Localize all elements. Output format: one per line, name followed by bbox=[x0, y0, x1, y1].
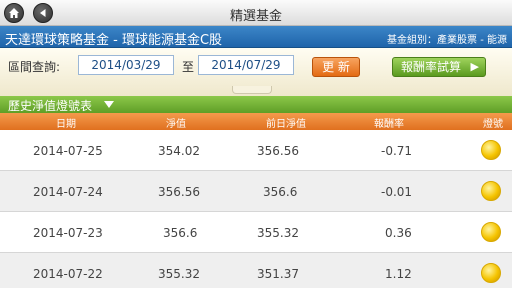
column-header-return: 報酬率 bbox=[374, 119, 404, 130]
dropdown-triangle-icon bbox=[104, 101, 114, 108]
table-row[interactable]: 2014-07-24 356.56 356.6 -0.01 bbox=[0, 171, 512, 212]
row-return: 0.36 bbox=[385, 226, 412, 240]
table-row[interactable]: 2014-07-23 356.6 355.32 0.36 bbox=[0, 212, 512, 253]
section-title: 歷史淨值燈號表 bbox=[8, 99, 93, 113]
return-calculator-button[interactable]: 報酬率試算 ▶ bbox=[392, 57, 486, 77]
row-prev-nav: 351.37 bbox=[257, 267, 299, 281]
end-date-input[interactable]: 2014/07/29 bbox=[198, 55, 294, 75]
start-date-input[interactable]: 2014/03/29 bbox=[78, 55, 174, 75]
row-prev-nav: 356.56 bbox=[257, 144, 299, 158]
row-date: 2014-07-25 bbox=[33, 144, 103, 158]
update-button[interactable]: 更 新 bbox=[312, 57, 360, 77]
row-prev-nav: 356.6 bbox=[263, 185, 298, 199]
top-bar: 精選基金 bbox=[0, 0, 512, 26]
range-label: 區間查詢: bbox=[8, 60, 61, 74]
page-title: 精選基金 bbox=[229, 9, 282, 24]
row-prev-nav: 355.32 bbox=[257, 226, 299, 240]
row-nav: 354.02 bbox=[158, 144, 200, 158]
column-header-signal: 燈號 bbox=[483, 119, 503, 130]
row-nav: 356.56 bbox=[158, 185, 200, 199]
fund-bar: 天達環球策略基金 - 環球能源基金C股 基金組別：產業股票 - 能源 bbox=[0, 26, 512, 48]
nav-history-table: 2014-07-25 354.02 356.56 -0.71 2014-07-2… bbox=[0, 130, 512, 288]
return-calculator-label: 報酬率試算 bbox=[401, 60, 462, 74]
column-header-date: 日期 bbox=[56, 119, 76, 130]
signal-light-icon bbox=[481, 263, 501, 283]
signal-light-icon bbox=[481, 140, 501, 160]
row-date: 2014-07-22 bbox=[33, 267, 103, 281]
row-nav: 355.32 bbox=[158, 267, 200, 281]
fund-name: 天達環球策略基金 - 環球能源基金C股 bbox=[5, 33, 223, 48]
collapse-handle[interactable] bbox=[232, 86, 272, 94]
section-header[interactable]: 歷史淨值燈號表 bbox=[0, 96, 512, 113]
column-header-nav: 淨值 bbox=[166, 119, 186, 130]
row-date: 2014-07-24 bbox=[33, 185, 103, 199]
signal-light-icon bbox=[481, 222, 501, 242]
fund-group: 基金組別：產業股票 - 能源 bbox=[387, 35, 507, 46]
row-return: -0.01 bbox=[381, 185, 413, 199]
play-arrow-icon: ▶ bbox=[470, 60, 479, 73]
row-return: -0.71 bbox=[381, 144, 413, 158]
row-nav: 356.6 bbox=[163, 226, 198, 240]
to-label: 至 bbox=[182, 60, 195, 74]
row-date: 2014-07-23 bbox=[33, 226, 103, 240]
table-row[interactable]: 2014-07-25 354.02 356.56 -0.71 bbox=[0, 130, 512, 171]
row-return: 1.12 bbox=[385, 267, 412, 281]
column-header-prev-nav: 前日淨值 bbox=[266, 119, 306, 130]
signal-light-icon bbox=[481, 181, 501, 201]
date-range-filter: 區間查詢: 2014/03/29 至 2014/07/29 更 新 報酬率試算 … bbox=[0, 48, 512, 96]
table-row[interactable]: 2014-07-22 355.32 351.37 1.12 bbox=[0, 253, 512, 288]
table-header: 日期 淨值 前日淨值 報酬率 燈號 bbox=[0, 113, 512, 130]
